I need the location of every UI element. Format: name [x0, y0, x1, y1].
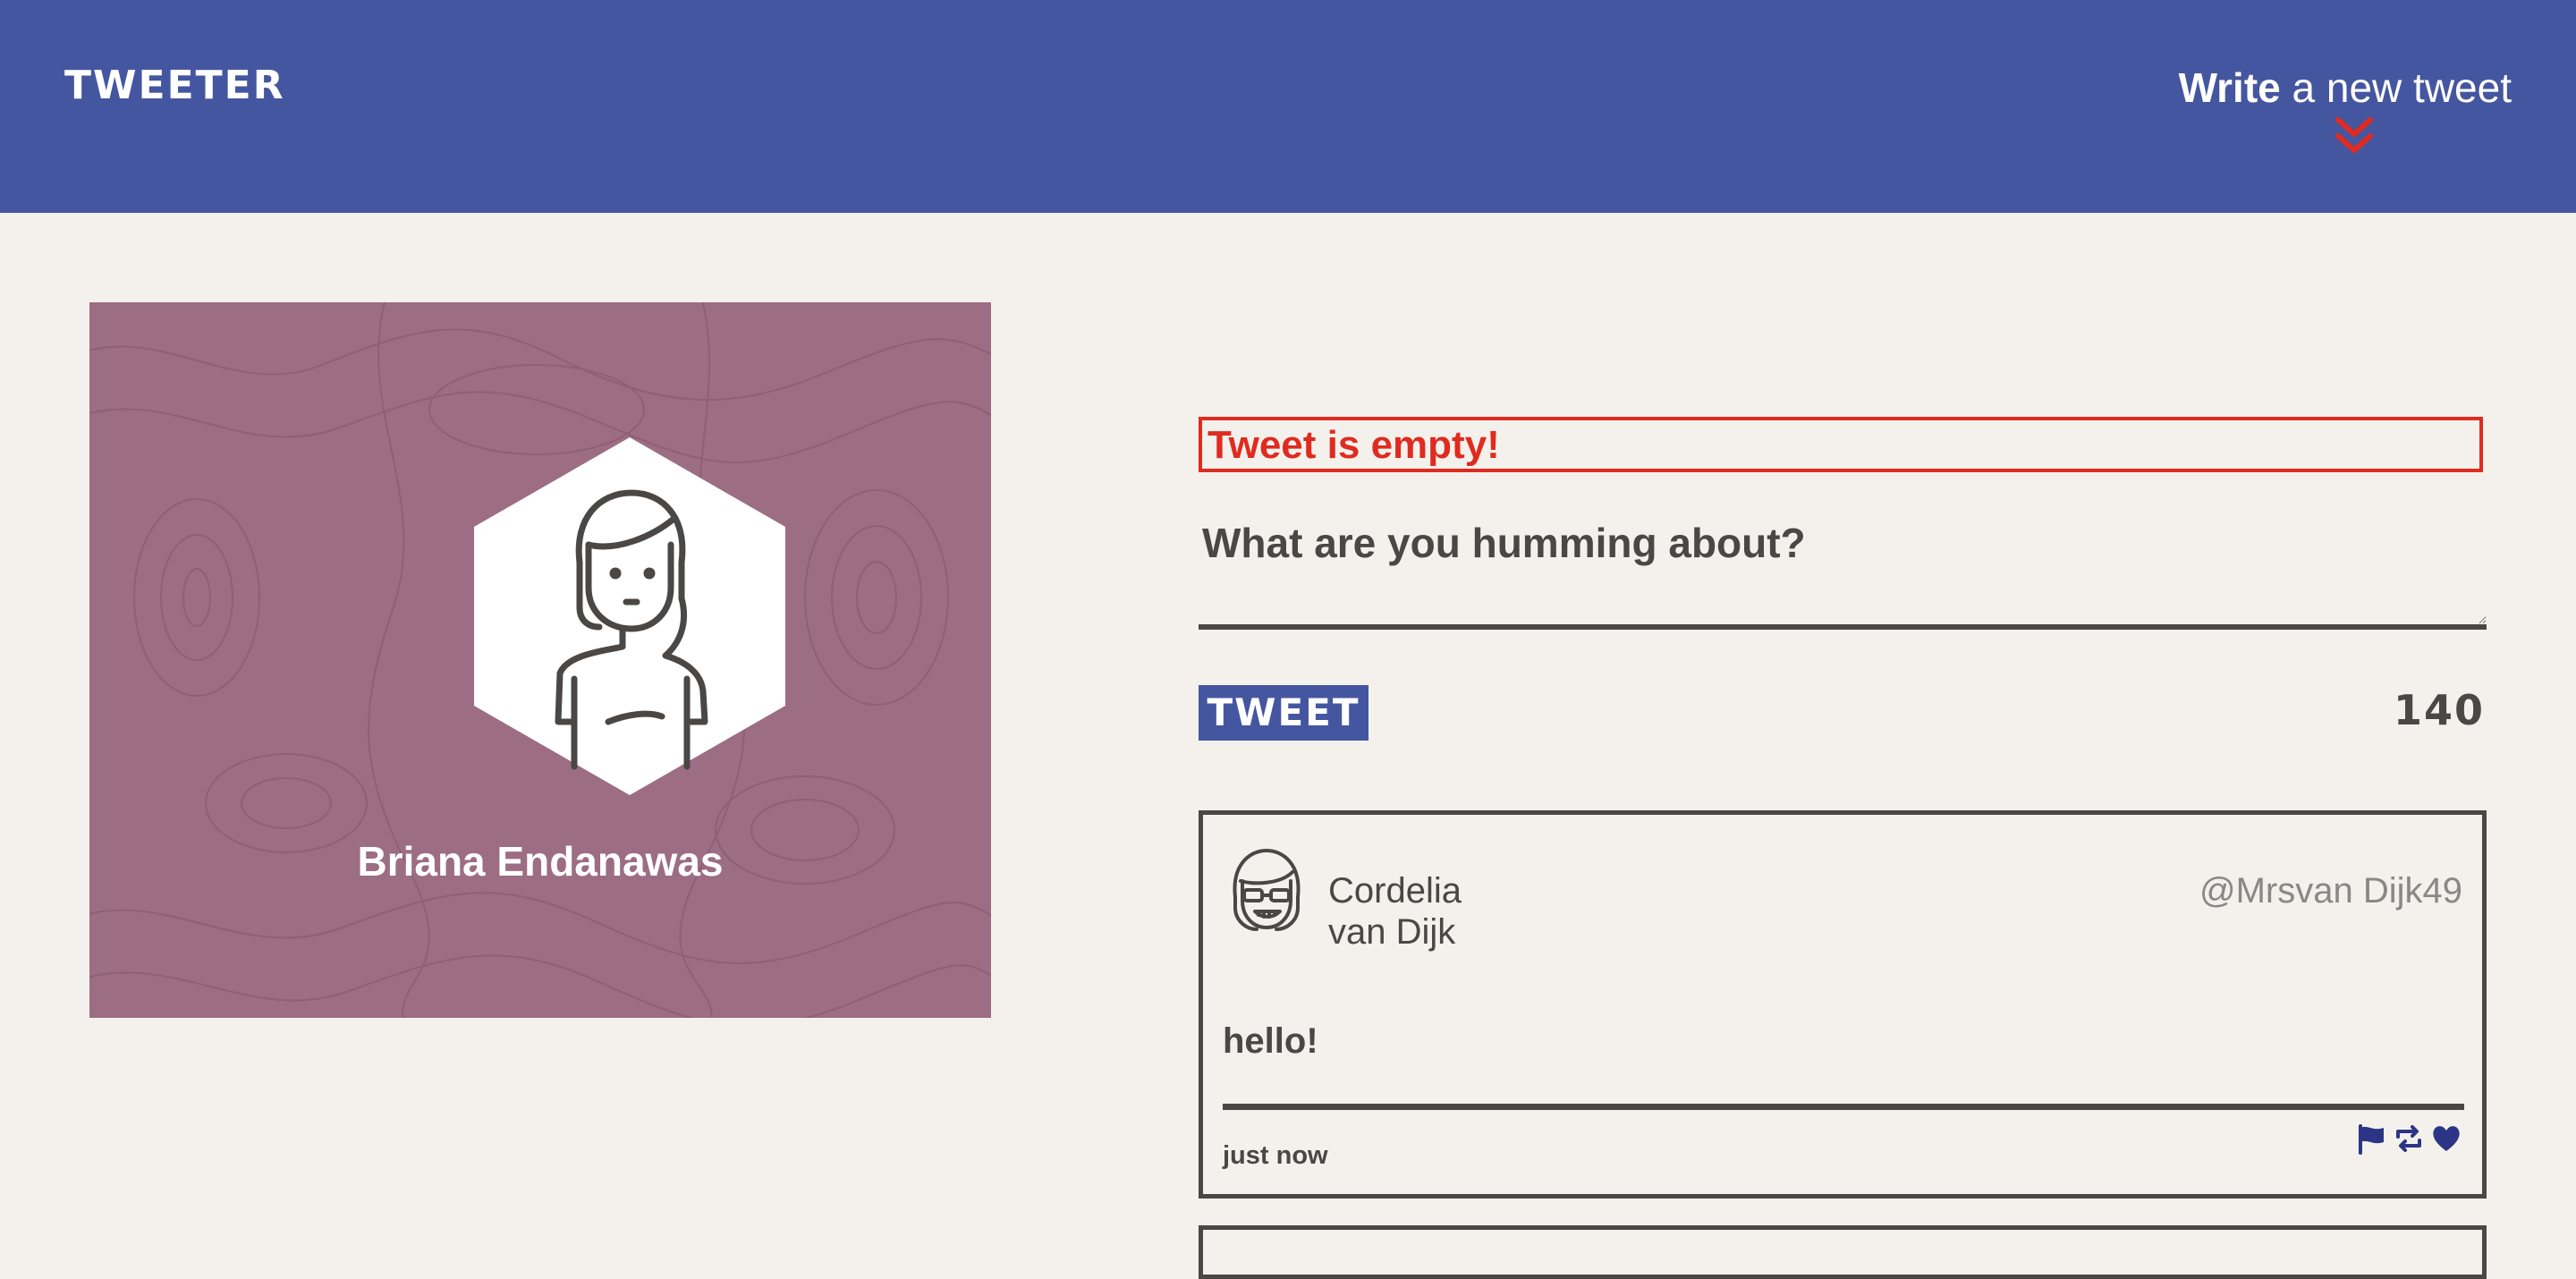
woman-avatar-icon — [474, 437, 785, 795]
compose-link-rest: a new tweet — [2280, 64, 2512, 111]
tweet-submit-button[interactable]: TWEET — [1199, 685, 1368, 741]
tweet-content: hello! — [1223, 1021, 1318, 1061]
author-last-name: van Dijk — [1328, 912, 1456, 952]
profile-name: Briana Endanawas — [357, 838, 724, 885]
woman-with-glasses-avatar-icon — [1233, 849, 1301, 931]
tweet-author-handle: @Mrsvan Dijk49 — [2199, 871, 2462, 911]
tweet-textarea[interactable] — [1199, 519, 2487, 630]
heart-icon[interactable] — [2430, 1122, 2462, 1155]
tweet-card: Cordelia van Dijk @Mrsvan Dijk49 hello! … — [1199, 810, 2487, 1199]
compose-link-bold: Write — [2178, 64, 2281, 111]
double-chevron-down-icon[interactable] — [2329, 114, 2379, 157]
retweet-icon[interactable] — [2393, 1122, 2425, 1155]
error-message: Tweet is empty! — [1199, 417, 2483, 472]
tweet-author-name: Cordelia van Dijk — [1328, 870, 1462, 953]
brand-logo[interactable]: TWEETER — [64, 59, 285, 113]
navbar: TWEETER Write a new tweet — [0, 0, 2576, 213]
author-first-name: Cordelia — [1328, 871, 1462, 911]
tweet-timestamp: just now — [1223, 1141, 1328, 1170]
tweet-card-partial — [1199, 1225, 2487, 1279]
flag-icon[interactable] — [2355, 1122, 2387, 1155]
profile-card: Briana Endanawas — [89, 302, 991, 1018]
tweet-actions — [2355, 1122, 2462, 1158]
tweet-divider — [1223, 1104, 2464, 1110]
character-counter: 140 — [2393, 686, 2485, 734]
write-new-tweet-link[interactable]: Write a new tweet — [2179, 59, 2512, 122]
